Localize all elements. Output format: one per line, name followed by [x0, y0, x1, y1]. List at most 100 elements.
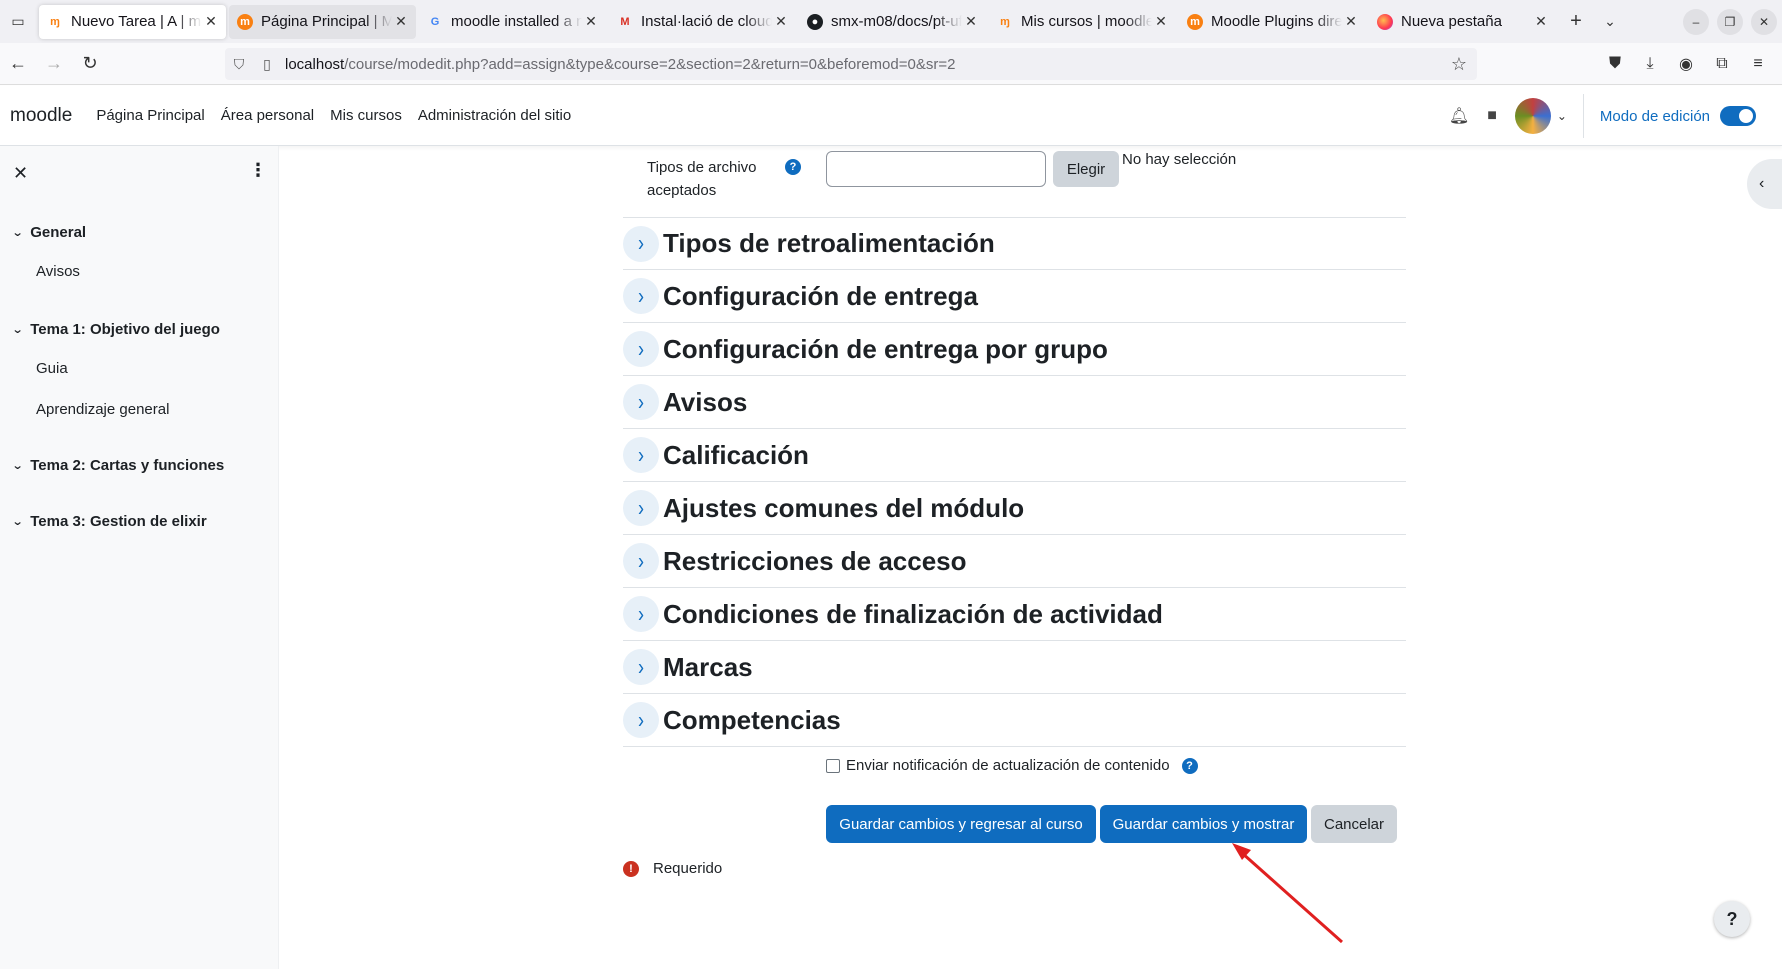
close-tab-icon[interactable]: ✕ — [774, 13, 788, 30]
close-window-icon[interactable]: ✕ — [1751, 9, 1777, 35]
nav-home[interactable]: Página Principal — [96, 107, 204, 124]
help-button[interactable]: ? — [1714, 901, 1750, 937]
header-user-area: 🔔︎ ■ ⌄ Modo de edición — [1449, 86, 1782, 146]
pocket-icon[interactable]: ⛊ — [1604, 53, 1626, 75]
chevron-right-icon[interactable]: › — [623, 490, 659, 526]
chevron-right-icon[interactable]: › — [623, 384, 659, 420]
close-tab-icon[interactable]: ✕ — [394, 13, 408, 30]
site-brand[interactable]: moodle — [10, 105, 72, 127]
collapsible-section[interactable]: › Configuración de entrega — [623, 270, 1406, 323]
close-tab-icon[interactable]: ✕ — [204, 13, 218, 30]
restore-icon[interactable]: ❐ — [1717, 9, 1743, 35]
menu-icon[interactable]: ≡ — [1747, 53, 1769, 75]
nav-dashboard[interactable]: Área personal — [221, 107, 314, 124]
url-bar[interactable]: ⛉ ▯ localhost/course/modedit.php?add=ass… — [225, 48, 1477, 80]
reload-icon[interactable]: ↻ — [72, 48, 108, 80]
url-text[interactable]: localhost/course/modedit.php?add=assign&… — [285, 56, 955, 73]
collapsible-section[interactable]: › Competencias — [623, 694, 1406, 747]
close-icon[interactable]: ✕ — [13, 163, 28, 184]
save-and-display-button[interactable]: Guardar cambios y mostrar — [1100, 805, 1307, 843]
section-heading[interactable]: Avisos — [663, 387, 747, 418]
section-heading[interactable]: Condiciones de finalización de actividad — [663, 599, 1163, 630]
kebab-menu-icon[interactable]: ⋮ — [249, 160, 267, 181]
chevron-down-icon[interactable]: ⌄ — [1557, 109, 1567, 123]
collapsible-section[interactable]: › Tipos de retroalimentación — [623, 217, 1406, 270]
chevron-right-icon[interactable]: › — [623, 225, 659, 262]
course-section-tema-2[interactable]: ⌄ Tema 2: Cartas y funciones — [12, 457, 225, 474]
browser-tab[interactable]: m Página Principal | Moodle ✕ — [229, 4, 416, 39]
activity-link[interactable]: Aprendizaje general — [36, 401, 169, 418]
section-heading[interactable]: Marcas — [663, 652, 753, 683]
browser-tab[interactable]: ● smx-m08/docs/pt-uf ✕ — [799, 5, 986, 39]
chat-icon[interactable]: ■ — [1487, 107, 1497, 125]
notify-label[interactable]: Enviar notificación de actualización de … — [846, 757, 1170, 774]
close-tab-icon[interactable]: ✕ — [1534, 13, 1548, 30]
collapsible-section[interactable]: › Ajustes comunes del módulo — [623, 482, 1406, 535]
download-icon[interactable]: ⤓ — [1639, 53, 1661, 75]
account-icon[interactable]: ◉ — [1675, 53, 1697, 75]
section-heading[interactable]: Calificación — [663, 440, 809, 471]
chevron-down-icon[interactable]: ⌄ — [12, 323, 24, 336]
collapsible-section[interactable]: › Avisos — [623, 376, 1406, 429]
section-heading[interactable]: Configuración de entrega por grupo — [663, 334, 1108, 365]
cancel-button[interactable]: Cancelar — [1311, 805, 1397, 843]
section-heading[interactable]: Tipos de retroalimentación — [663, 228, 995, 259]
browser-tab[interactable]: M Instal·lació de cloud ✕ — [609, 5, 796, 39]
notify-checkbox[interactable] — [826, 758, 840, 773]
filetypes-input[interactable] — [826, 151, 1046, 187]
chevron-right-icon[interactable]: › — [623, 278, 659, 314]
collapsible-section[interactable]: › Condiciones de finalización de activid… — [623, 588, 1406, 641]
new-tab-icon[interactable]: + — [1559, 5, 1593, 39]
collapsible-section[interactable]: › Marcas — [623, 641, 1406, 694]
avatar[interactable] — [1514, 98, 1551, 134]
back-icon[interactable]: ← — [0, 48, 36, 80]
choose-filetypes-button[interactable]: Elegir — [1053, 151, 1119, 187]
help-icon[interactable]: ? — [785, 159, 801, 175]
nav-my-courses[interactable]: Mis cursos — [330, 107, 402, 124]
close-tab-icon[interactable]: ✕ — [1154, 13, 1168, 30]
course-section-general[interactable]: ⌄ General — [12, 224, 86, 241]
bell-icon[interactable]: 🔔︎ — [1449, 106, 1469, 126]
close-tab-icon[interactable]: ✕ — [584, 13, 598, 30]
chevron-down-icon[interactable]: ⌄ — [1593, 5, 1627, 39]
collapsible-section[interactable]: › Configuración de entrega por grupo — [623, 323, 1406, 376]
collapsible-section[interactable]: › Calificación — [623, 429, 1406, 482]
bookmark-star-icon[interactable]: ☆ — [1451, 54, 1467, 75]
chevron-right-icon[interactable]: › — [623, 596, 659, 632]
chevron-right-icon[interactable]: › — [623, 702, 659, 738]
save-and-return-button[interactable]: Guardar cambios y regresar al curso — [826, 805, 1096, 843]
open-block-drawer-button[interactable]: ‹ — [1747, 159, 1782, 209]
section-heading[interactable]: Configuración de entrega — [663, 281, 978, 312]
tab-list-icon[interactable]: ▭ — [3, 7, 33, 37]
chevron-right-icon[interactable]: › — [623, 649, 659, 685]
course-section-tema-1[interactable]: ⌄ Tema 1: Objetivo del juego — [12, 321, 220, 338]
collapsible-section[interactable]: › Restricciones de acceso — [623, 535, 1406, 588]
chevron-down-icon[interactable]: ⌄ — [12, 515, 24, 528]
browser-tab[interactable]: Nueva pestaña ✕ — [1369, 5, 1556, 39]
edit-mode-toggle[interactable] — [1720, 106, 1756, 126]
section-heading[interactable]: Restricciones de acceso — [663, 546, 967, 577]
activity-link[interactable]: Guia — [36, 360, 68, 377]
chevron-right-icon[interactable]: › — [623, 543, 659, 579]
chevron-down-icon[interactable]: ⌄ — [12, 459, 24, 472]
minimize-icon[interactable]: – — [1683, 9, 1709, 35]
activity-link[interactable]: Avisos — [36, 263, 80, 280]
close-tab-icon[interactable]: ✕ — [964, 13, 978, 30]
browser-tab[interactable]: ɱ Nuevo Tarea | A | moodle ✕ — [39, 4, 226, 39]
browser-tab[interactable]: ɱ Mis cursos | moodle ✕ — [989, 5, 1176, 39]
course-section-tema-3[interactable]: ⌄ Tema 3: Gestion de elixir — [12, 513, 207, 530]
extensions-icon[interactable]: ⧉ — [1711, 53, 1733, 75]
chevron-down-icon[interactable]: ⌄ — [12, 226, 24, 239]
browser-tab[interactable]: m Moodle Plugins direc ✕ — [1179, 5, 1366, 39]
chevron-right-icon[interactable]: › — [623, 331, 659, 367]
shield-icon[interactable]: ⛉ — [225, 56, 253, 73]
chevron-right-icon[interactable]: › — [623, 437, 659, 473]
browser-tab[interactable]: G moodle installed a n ✕ — [419, 5, 606, 39]
section-heading[interactable]: Ajustes comunes del módulo — [663, 493, 1024, 524]
tab-title: Nueva pestaña — [1401, 13, 1502, 30]
forward-icon[interactable]: → — [36, 48, 72, 80]
help-icon[interactable]: ? — [1181, 757, 1198, 774]
section-heading[interactable]: Competencias — [663, 705, 841, 736]
nav-site-admin[interactable]: Administración del sitio — [418, 107, 571, 124]
close-tab-icon[interactable]: ✕ — [1344, 13, 1358, 30]
